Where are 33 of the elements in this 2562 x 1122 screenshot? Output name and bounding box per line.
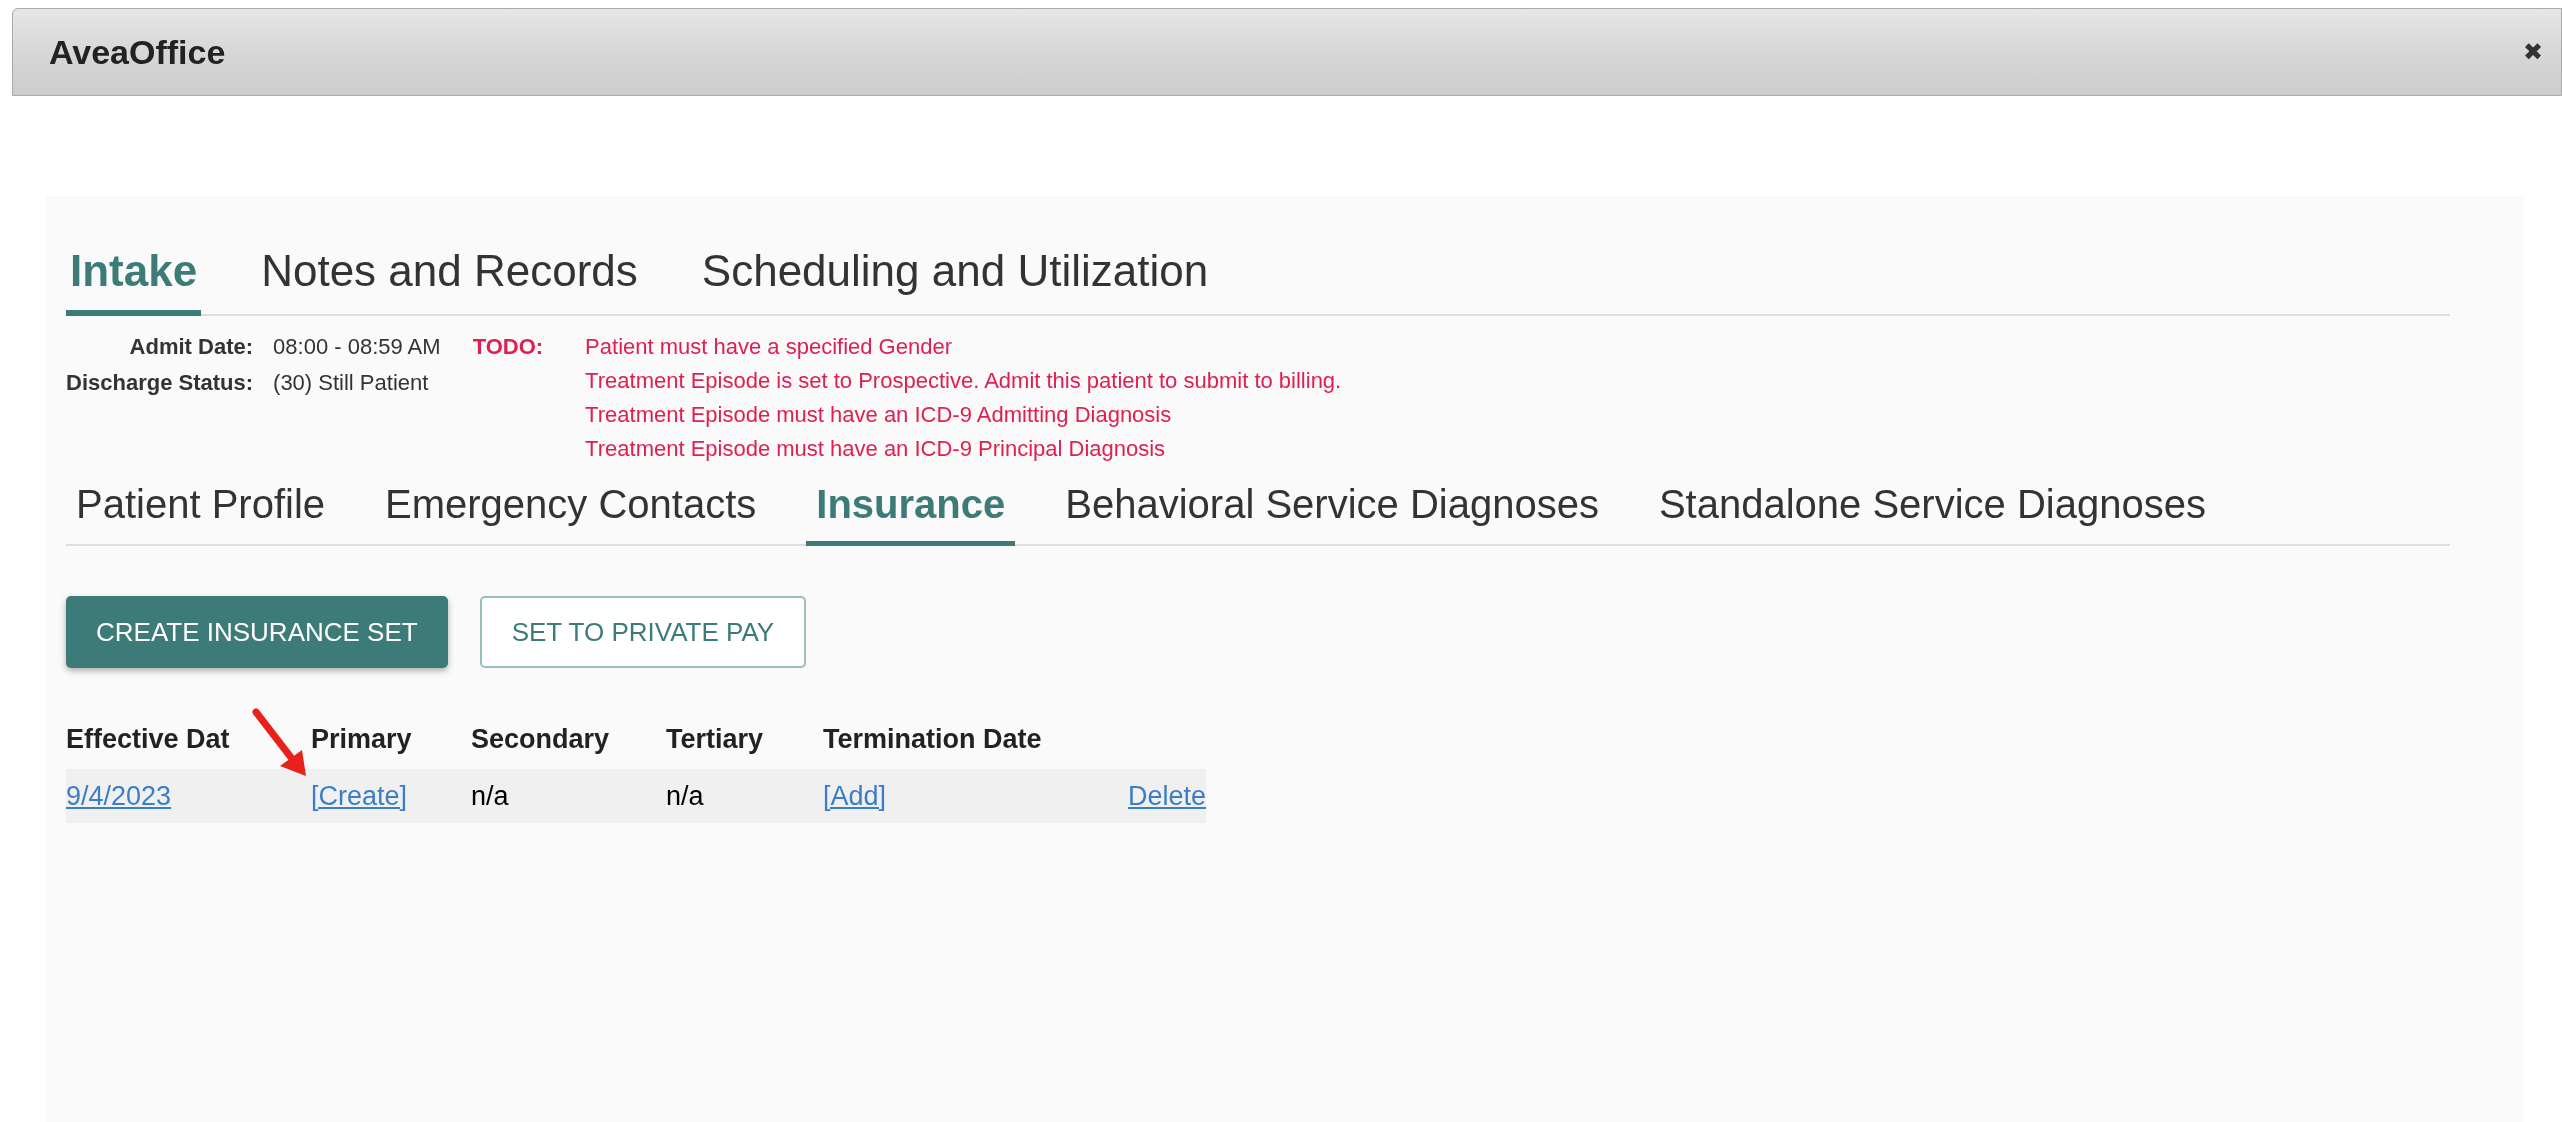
main-tab[interactable]: Intake [66, 246, 202, 316]
todo-label: TODO: [472, 334, 544, 361]
annotation-arrow [252, 708, 308, 778]
column-header: Tertiary [666, 724, 764, 756]
field-label: Admit Date: [128, 334, 254, 360]
todo-message: Treatment Episode must have an ICD-9 Admitting Diagnosis [585, 402, 1173, 428]
section-tab[interactable]: Behavioral Service Diagnoses [1055, 482, 1609, 546]
field-value: 08:00 - 08:59 AM [273, 334, 441, 360]
field-label: Discharge Status: [66, 370, 254, 396]
column-header: Secondary [471, 724, 610, 756]
create-button[interactable]: CREATE INSURANCE SET [66, 596, 448, 668]
table-link[interactable]: [Create] [311, 780, 408, 811]
section-tab[interactable]: Insurance [806, 482, 1016, 546]
table-link[interactable]: [Add] [823, 780, 887, 811]
window-title: AveaOffice [49, 32, 226, 72]
private-pay-button[interactable]: SET TO PRIVATE PAY [479, 596, 807, 668]
column-header: Primary [311, 724, 412, 756]
column-header: Effective Dat [66, 724, 230, 756]
column-header: Termination Date [823, 724, 1042, 756]
section-tab[interactable]: Standalone Service Diagnoses [1648, 482, 2216, 546]
todo-message: Patient must have a specified Gender [585, 334, 953, 360]
table-link[interactable]: Delete [1127, 780, 1206, 811]
field-value: (30) Still Patient [273, 370, 430, 396]
main-tab[interactable]: Scheduling and Utilization [697, 246, 1213, 316]
section-tab[interactable]: Emergency Contacts [375, 482, 767, 546]
todo-message: Treatment Episode must have an ICD-9 Principal Diagnosis [585, 436, 1167, 462]
table-cell: n/a [666, 780, 704, 811]
table-cell: n/a [471, 780, 509, 811]
section-tab[interactable]: Patient Profile [66, 482, 336, 546]
todo-message: Treatment Episode is set to Prospective. Admit this patient to submit to billing. [585, 368, 1342, 394]
close-button[interactable]: ✖ [2519, 34, 2547, 70]
main-tab[interactable]: Notes and Records [257, 246, 642, 316]
table-link[interactable]: 9/4/2023 [66, 780, 172, 811]
